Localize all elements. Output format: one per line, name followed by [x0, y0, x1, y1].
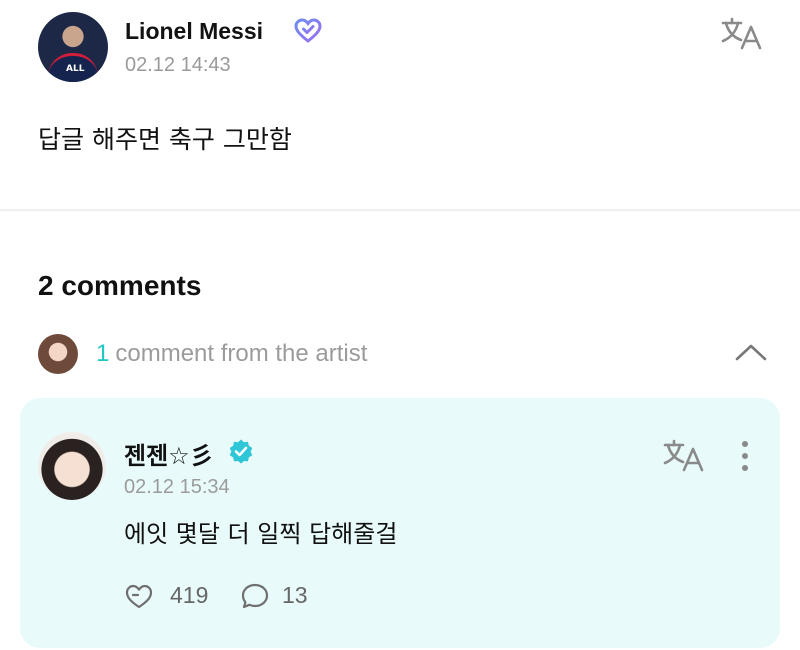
translate-icon[interactable] — [720, 16, 764, 52]
artist-avatar — [38, 334, 78, 374]
avatar-sponsor: ALL — [66, 64, 85, 74]
comments-count: 2 comments — [38, 270, 202, 301]
verified-icon — [229, 439, 253, 464]
divider — [0, 209, 800, 211]
comment-avatar[interactable] — [38, 432, 106, 500]
artist-comment-toggle[interactable]: 1 comment from the artist — [38, 334, 768, 374]
post-timestamp: 02.12 14:43 — [125, 54, 231, 76]
heart-icon — [294, 18, 322, 43]
like-icon[interactable] — [124, 582, 154, 610]
more-icon[interactable] — [738, 438, 752, 474]
artist-comment-card: 젠젠☆彡 02.12 15:34 에잇 몇달 더 일찍 답해줄걸 419 13 — [20, 398, 780, 648]
like-count: 419 — [170, 582, 209, 608]
comment-body: 에잇 몇달 더 일찍 답해줄걸 — [124, 520, 398, 548]
chevron-up-icon[interactable] — [734, 340, 768, 364]
comment-timestamp: 02.12 15:34 — [124, 476, 230, 498]
translate-icon[interactable] — [662, 438, 706, 474]
post-body: 답글 해주면 축구 그만함 — [38, 125, 292, 154]
reply-icon[interactable] — [240, 582, 270, 610]
reply-count: 13 — [282, 582, 308, 608]
author-avatar[interactable]: ALL — [38, 12, 108, 82]
author-name[interactable]: Lionel Messi — [125, 18, 263, 45]
artist-comment-summary: 1 comment from the artist — [96, 340, 367, 368]
artist-comment-count: 1 — [96, 340, 110, 367]
post-header: ALL Lionel Messi 02.12 14:43 — [38, 12, 762, 82]
comment-author[interactable]: 젠젠☆彡 — [124, 436, 214, 471]
artist-comment-label: comment from the artist — [115, 340, 368, 367]
